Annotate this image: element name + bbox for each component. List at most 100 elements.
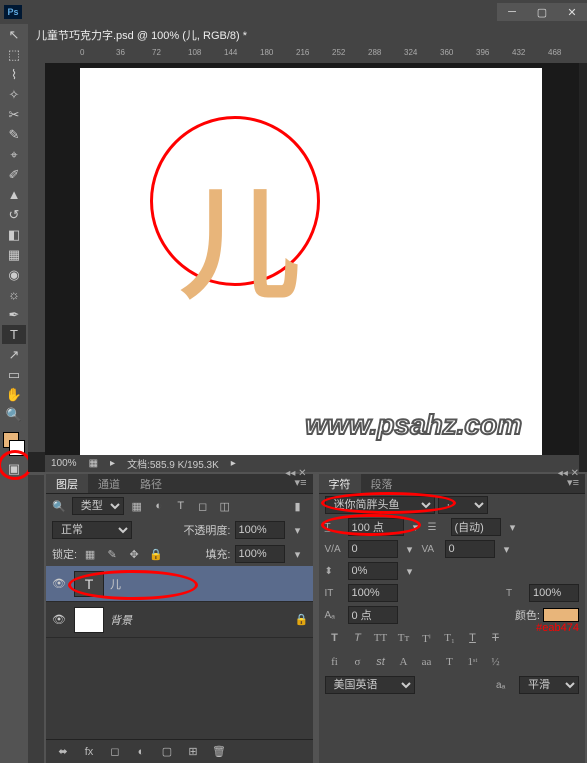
dodge-tool-icon[interactable]: ☼ xyxy=(2,285,26,304)
smallcaps-button[interactable]: Tᴛ xyxy=(394,629,414,647)
new-layer-icon[interactable]: ⊞ xyxy=(184,743,202,761)
lock-brush-icon[interactable]: ✎ xyxy=(103,545,121,563)
background-color-swatch[interactable] xyxy=(9,440,25,456)
trash-icon[interactable]: 🗑 xyxy=(210,743,228,761)
filter-adjust-icon[interactable]: ◐ xyxy=(150,497,168,515)
underline-button[interactable]: T xyxy=(463,629,483,647)
tab-channels[interactable]: 通道 xyxy=(88,474,130,493)
blur-tool-icon[interactable]: ◉ xyxy=(2,265,26,284)
superscript-button[interactable]: Tⁱ xyxy=(417,629,437,647)
tab-paragraph[interactable]: 段落 xyxy=(361,474,403,493)
panel-collapse-strip[interactable] xyxy=(28,475,44,763)
pen-tool-icon[interactable]: ✒ xyxy=(2,305,26,324)
italic-button[interactable]: T xyxy=(348,629,368,647)
adjustment-icon[interactable]: ◐ xyxy=(132,743,150,761)
contextual-button[interactable]: σ xyxy=(348,653,368,671)
layer-name[interactable]: 背景 xyxy=(110,612,132,628)
lock-pixels-icon[interactable]: ▦ xyxy=(81,545,99,563)
tracking-input[interactable] xyxy=(445,540,495,558)
kerning-input[interactable] xyxy=(348,540,398,558)
eyedropper-tool-icon[interactable]: ✎ xyxy=(2,125,26,144)
move-tool-icon[interactable]: ↖ xyxy=(2,25,26,44)
tab-layers[interactable]: 图层 xyxy=(46,474,88,493)
dropdown-icon[interactable]: ▾ xyxy=(401,540,419,558)
fx-icon[interactable]: fx xyxy=(80,743,98,761)
dropdown-icon[interactable]: ▾ xyxy=(289,545,307,563)
dropdown-icon[interactable]: ▾ xyxy=(407,518,425,536)
type-tool-icon[interactable]: T xyxy=(2,325,26,344)
healing-tool-icon[interactable]: ⌖ xyxy=(2,145,26,164)
hscale-input[interactable] xyxy=(529,584,579,602)
crop-tool-icon[interactable]: ✂ xyxy=(2,105,26,124)
close-button[interactable]: ✕ xyxy=(557,3,587,21)
font-size-input[interactable] xyxy=(348,518,404,536)
layer-filter-select[interactable]: 类型 xyxy=(72,497,124,515)
zoom-tool-icon[interactable]: 🔍 xyxy=(2,405,26,424)
filter-smart-icon[interactable]: ◫ xyxy=(216,497,234,515)
marquee-tool-icon[interactable]: ⬚ xyxy=(2,45,26,64)
font-family-select[interactable]: 迷你简胖头鱼 xyxy=(325,496,435,514)
visibility-icon[interactable]: 👁 xyxy=(50,577,68,590)
stylistic-button[interactable]: T xyxy=(440,653,460,671)
vscale-input[interactable] xyxy=(348,584,398,602)
antialias-select[interactable]: 平滑 xyxy=(519,676,579,694)
layer-thumbnail[interactable]: T xyxy=(74,571,104,597)
layer-row[interactable]: 👁 背景 🔒 xyxy=(46,602,313,638)
hand-tool-icon[interactable]: ✋ xyxy=(2,385,26,404)
lock-position-icon[interactable]: ✥ xyxy=(125,545,143,563)
fraction-button[interactable]: ½ xyxy=(486,653,506,671)
scale-input[interactable] xyxy=(348,562,398,580)
strike-button[interactable]: T xyxy=(486,629,506,647)
filter-toggle-icon[interactable]: ▮ xyxy=(289,497,307,515)
mask-icon[interactable]: ◻ xyxy=(106,743,124,761)
minimize-button[interactable]: ─ xyxy=(497,3,527,21)
layer-name[interactable]: 儿 xyxy=(110,576,121,592)
path-tool-icon[interactable]: ↗ xyxy=(2,345,26,364)
layer-thumbnail[interactable] xyxy=(74,607,104,633)
dropdown-icon[interactable]: ▾ xyxy=(401,562,419,580)
blend-mode-select[interactable]: 正常 xyxy=(52,521,132,539)
ordinal-button[interactable]: aa xyxy=(417,653,437,671)
titling-button[interactable]: A xyxy=(394,653,414,671)
ligature-button[interactable]: fi xyxy=(325,653,345,671)
gradient-tool-icon[interactable]: ▦ xyxy=(2,245,26,264)
font-style-select[interactable]: · xyxy=(438,496,488,514)
dropdown-icon[interactable]: ▾ xyxy=(498,540,516,558)
bold-button[interactable]: T xyxy=(325,629,345,647)
filter-shape-icon[interactable]: ◻ xyxy=(194,497,212,515)
opacity-input[interactable] xyxy=(235,521,285,539)
shape-tool-icon[interactable]: ▭ xyxy=(2,365,26,384)
eraser-tool-icon[interactable]: ◧ xyxy=(2,225,26,244)
lock-all-icon[interactable]: 🔒 xyxy=(147,545,165,563)
document-tab[interactable]: 儿童节巧克力字.psd @ 100% (儿, RGB/8) * xyxy=(28,24,587,46)
dropdown-icon[interactable]: ▾ xyxy=(504,518,522,536)
fill-input[interactable] xyxy=(235,545,285,563)
maximize-button[interactable]: ▢ xyxy=(527,3,557,21)
filter-image-icon[interactable]: ▦ xyxy=(128,497,146,515)
tab-character[interactable]: 字符 xyxy=(319,474,361,493)
link-icon[interactable]: ⬌ xyxy=(54,743,72,761)
view-icon[interactable]: ▦ xyxy=(89,458,98,469)
group-icon[interactable]: ▢ xyxy=(158,743,176,761)
baseline-input[interactable] xyxy=(348,606,398,624)
lasso-tool-icon[interactable]: ⌇ xyxy=(2,65,26,84)
wand-tool-icon[interactable]: ✧ xyxy=(2,85,26,104)
swash-button[interactable]: st xyxy=(371,653,391,671)
stamp-tool-icon[interactable]: ▲ xyxy=(2,185,26,204)
subscript-button[interactable]: T₁ xyxy=(440,629,460,647)
quickmask-icon[interactable]: ▣ xyxy=(2,459,26,478)
zoom-level[interactable]: 100% xyxy=(51,458,77,469)
leading-input[interactable] xyxy=(451,518,501,536)
text-color-swatch[interactable] xyxy=(543,608,579,622)
brush-tool-icon[interactable]: ✐ xyxy=(2,165,26,184)
canvas-viewport[interactable]: 儿 www.psahz.com xyxy=(45,63,579,455)
language-select[interactable]: 美国英语 xyxy=(325,676,415,694)
dropdown-icon[interactable]: ▾ xyxy=(289,521,307,539)
history-brush-icon[interactable]: ↺ xyxy=(2,205,26,224)
filter-type-icon[interactable]: T xyxy=(172,497,190,515)
layer-row[interactable]: 👁 T 儿 xyxy=(46,566,313,602)
tab-paths[interactable]: 路径 xyxy=(130,474,172,493)
oldstyle-button[interactable]: 1ˢᵗ xyxy=(463,653,483,671)
allcaps-button[interactable]: TT xyxy=(371,629,391,647)
right-arrow-icon[interactable]: ▸ xyxy=(231,458,236,469)
